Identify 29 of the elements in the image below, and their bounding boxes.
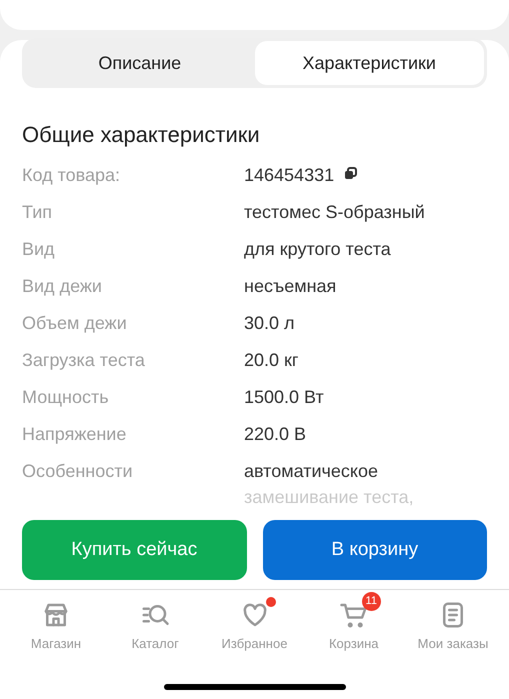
spec-value: 146454331 [244,164,334,187]
spec-value: тестомес S-образный [244,201,425,224]
spec-value: 30.0 л [244,312,295,335]
spec-name: Код товара: [22,164,122,187]
spec-name: Вид [22,238,56,261]
count-badge: 11 [362,592,381,611]
buy-now-button[interactable]: Купить сейчас [22,520,246,580]
section-title: Общие характеристики [22,121,261,149]
tab[interactable]: Характеристики [254,41,484,85]
tab[interactable]: Описание [25,41,254,85]
nav-item[interactable]: Каталог [107,591,204,654]
spec-name: Вид дежи [22,275,103,298]
spec-name: Объем дежи [22,312,128,335]
spec-value: для крутого теста [244,238,391,261]
spec-name: Загрузка теста [22,349,146,372]
spec-name: Напряжение [22,423,128,446]
spec-value: несъемная [244,275,336,298]
spec-name: Мощность [22,386,110,409]
spec-value: 20.0 кг [244,349,298,372]
spec-value: 220.0 В [244,423,306,446]
nav-item[interactable]: Избранное [206,591,302,654]
nav-item[interactable]: Магазин [8,591,104,654]
copy-icon[interactable] [344,167,358,180]
nav-item[interactable]: 11 Корзина [306,591,402,654]
spec-name: Тип [22,201,54,224]
spec-name: Особенности [22,460,134,483]
nav-item[interactable]: Мои заказы [405,591,501,654]
spec-value: 1500.0 Вт [244,386,324,409]
add-to-cart-button[interactable]: В корзину [262,520,487,580]
